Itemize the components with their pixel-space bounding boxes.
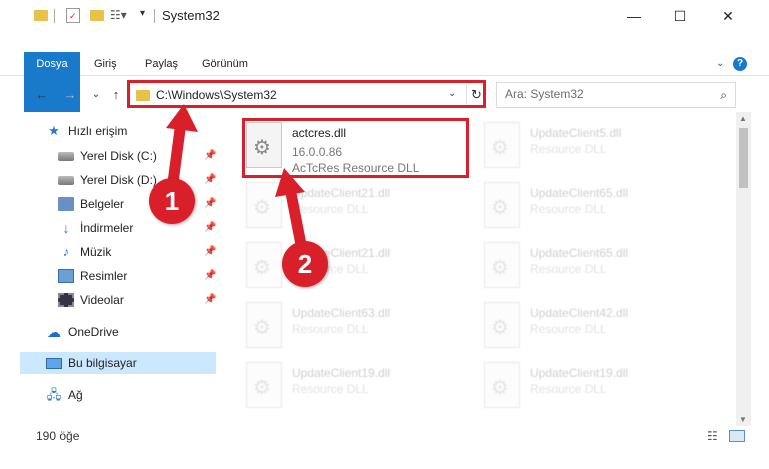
annotation-arrows [166, 104, 309, 261]
step-badge-1: 1 [149, 178, 195, 224]
arrow-2-head [275, 168, 305, 197]
arrow-1-head [166, 104, 198, 132]
step-badge-2: 2 [282, 241, 328, 287]
